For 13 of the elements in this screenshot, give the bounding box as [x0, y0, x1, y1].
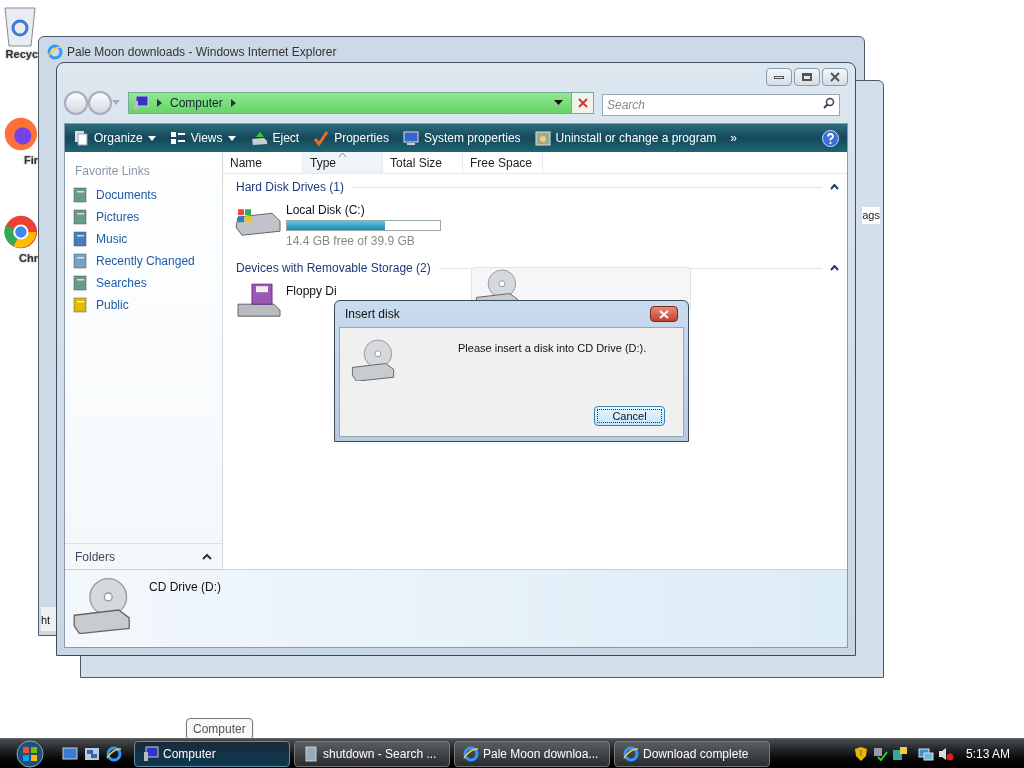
window-title: Pale Moon downloads - Windows Internet Explorer: [67, 44, 337, 61]
group-heading: Hard Disk Drives (1): [236, 179, 344, 196]
details-name: CD Drive (D:): [149, 579, 221, 596]
drive-name: Floppy Di: [286, 283, 337, 300]
drive-caption: 14.4 GB free of 39.9 GB: [286, 233, 416, 250]
dialog-message: Please insert a disk into CD Drive (D:).: [458, 341, 647, 356]
group-heading: Devices with Removable Storage (2): [236, 260, 431, 277]
drive-name: Local Disk (C:): [286, 202, 366, 219]
truncated-text: ags: [862, 207, 880, 224]
section-heading: Favorite Links: [74, 163, 151, 180]
tooltip: Computer: [186, 718, 253, 740]
status-text: ht: [41, 614, 51, 626]
dialog-title: Insert disk: [345, 306, 400, 323]
